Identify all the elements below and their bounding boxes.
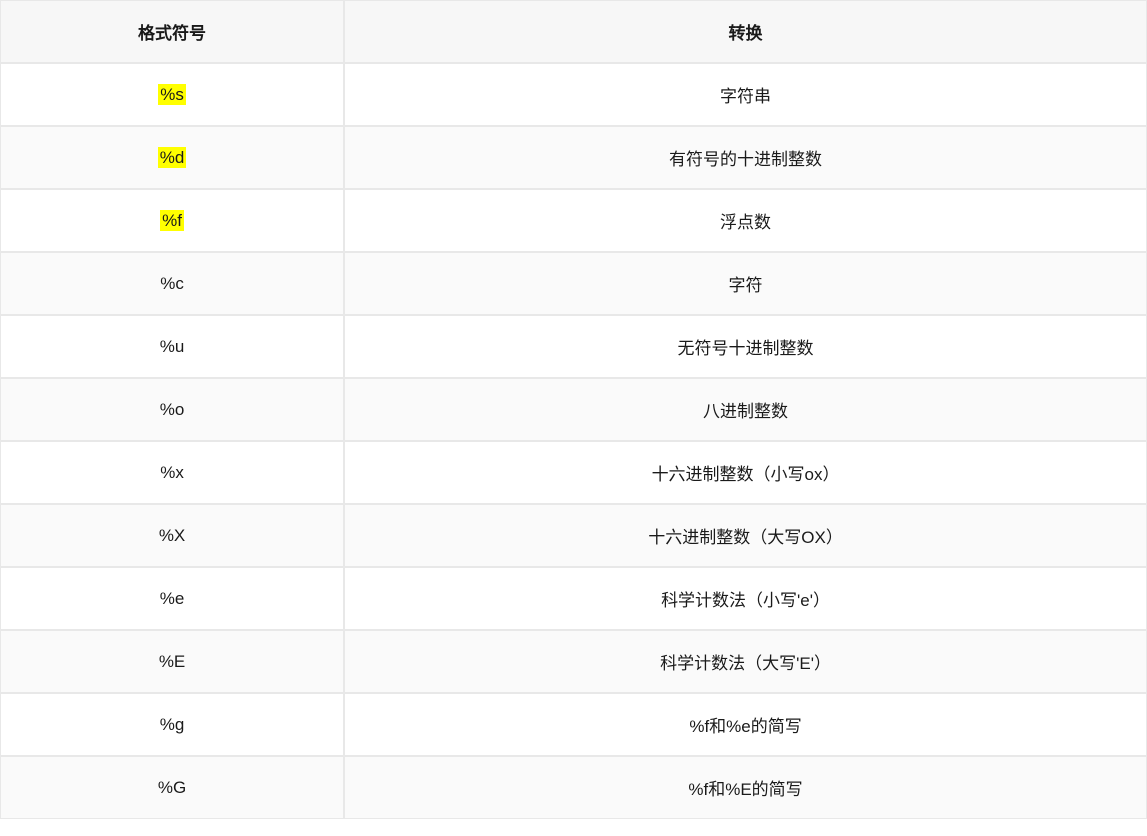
desc-cell: %f和%E的简写 [344, 756, 1147, 819]
desc-cell: 有符号的十进制整数 [344, 126, 1147, 189]
symbol-cell: %o [0, 378, 344, 441]
format-specifier-table: 格式符号 转换 %s 字符串 %d 有符号的十进制整数 %f 浮点数 %c 字符… [0, 0, 1147, 819]
symbol-cell: %G [0, 756, 344, 819]
symbol-text: %o [160, 400, 185, 419]
symbol-text: %d [158, 147, 187, 168]
symbol-text: %E [159, 652, 185, 671]
desc-cell: %f和%e的简写 [344, 693, 1147, 756]
symbol-text: %u [160, 337, 185, 356]
table-row: %c 字符 [0, 252, 1147, 315]
desc-cell: 八进制整数 [344, 378, 1147, 441]
desc-cell: 十六进制整数（小写ox） [344, 441, 1147, 504]
symbol-text: %c [160, 274, 184, 293]
table-row: %e 科学计数法（小写'e'） [0, 567, 1147, 630]
symbol-text: %f [160, 210, 184, 231]
table-row: %u 无符号十进制整数 [0, 315, 1147, 378]
table-row: %g %f和%e的简写 [0, 693, 1147, 756]
desc-cell: 浮点数 [344, 189, 1147, 252]
symbol-text: %s [158, 84, 186, 105]
table-row: %o 八进制整数 [0, 378, 1147, 441]
table-row: %s 字符串 [0, 63, 1147, 126]
symbol-cell: %E [0, 630, 344, 693]
table-row: %f 浮点数 [0, 189, 1147, 252]
header-conversion: 转换 [344, 0, 1147, 63]
symbol-text: %g [160, 715, 185, 734]
symbol-text: %X [159, 526, 185, 545]
symbol-cell: %x [0, 441, 344, 504]
table-row: %G %f和%E的简写 [0, 756, 1147, 819]
table-row: %E 科学计数法（大写'E'） [0, 630, 1147, 693]
desc-cell: 字符串 [344, 63, 1147, 126]
symbol-text: %G [158, 778, 186, 797]
table-body: %s 字符串 %d 有符号的十进制整数 %f 浮点数 %c 字符 %u 无符号十… [0, 63, 1147, 819]
symbol-cell: %c [0, 252, 344, 315]
symbol-cell: %s [0, 63, 344, 126]
desc-cell: 字符 [344, 252, 1147, 315]
desc-cell: 十六进制整数（大写OX） [344, 504, 1147, 567]
desc-cell: 无符号十进制整数 [344, 315, 1147, 378]
symbol-cell: %u [0, 315, 344, 378]
desc-cell: 科学计数法（大写'E'） [344, 630, 1147, 693]
symbol-cell: %X [0, 504, 344, 567]
table-row: %d 有符号的十进制整数 [0, 126, 1147, 189]
symbol-cell: %g [0, 693, 344, 756]
symbol-cell: %f [0, 189, 344, 252]
table-row: %x 十六进制整数（小写ox） [0, 441, 1147, 504]
header-symbol: 格式符号 [0, 0, 344, 63]
table-header-row: 格式符号 转换 [0, 0, 1147, 63]
table-row: %X 十六进制整数（大写OX） [0, 504, 1147, 567]
symbol-cell: %e [0, 567, 344, 630]
symbol-text: %e [160, 589, 185, 608]
desc-cell: 科学计数法（小写'e'） [344, 567, 1147, 630]
symbol-text: %x [160, 463, 184, 482]
symbol-cell: %d [0, 126, 344, 189]
